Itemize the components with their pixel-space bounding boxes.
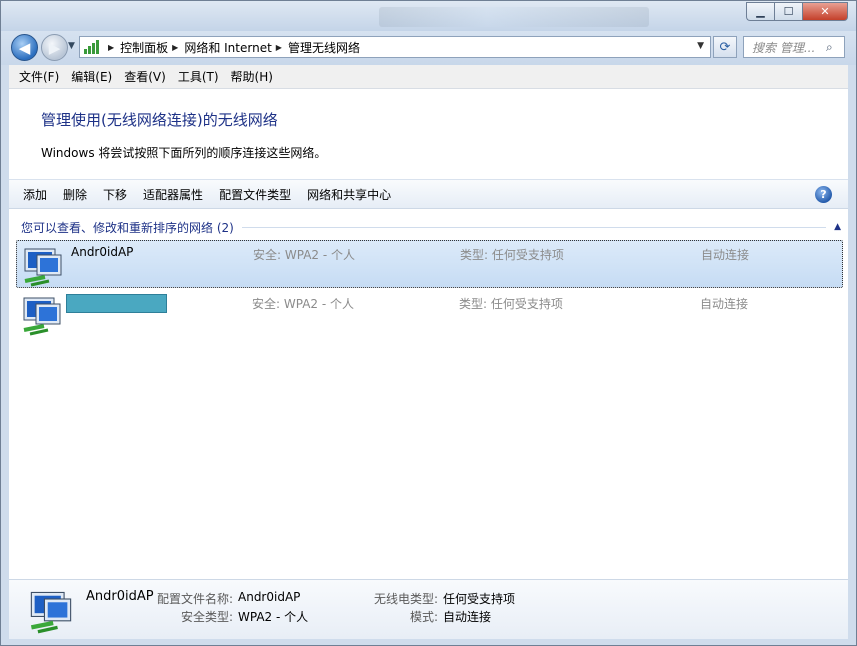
network-name: Andr0idAP [71,245,134,259]
wireless-network-icon [23,297,61,336]
network-connect-mode: 自动连接 [701,248,750,262]
minimize-button[interactable]: ▁ [746,2,774,21]
recent-pages-dropdown-icon[interactable]: ▼ [68,41,75,51]
command-toolbar: 添加 删除 下移 适配器属性 配置文件类型 网络和共享中心 ? [9,179,848,209]
wireless-network-icon [30,591,72,634]
profile-name-label: 配置文件名称: [157,592,234,606]
window-frame: ▁ ☐ ✕ ◀ ▶ ▼ ▶ 控制面板 ▶ 网络和 Internet ▶ 管理无线… [0,0,857,646]
forward-button[interactable]: ▶ [41,34,68,61]
breadcrumb-arrow-icon[interactable]: ▶ [172,43,178,52]
refresh-button[interactable]: ⟳ [713,36,737,58]
collapse-icon[interactable]: ▲ [834,222,841,232]
menu-help[interactable]: 帮助(H) [225,68,279,85]
add-button[interactable]: 添加 [15,186,55,203]
help-icon[interactable]: ? [815,186,832,203]
address-bar[interactable]: ▶ 控制面板 ▶ 网络和 Internet ▶ 管理无线网络 ▼ [79,36,711,58]
move-down-button[interactable]: 下移 [95,186,135,203]
breadcrumb-network-internet[interactable]: 网络和 Internet [184,39,271,56]
remove-button[interactable]: 删除 [55,186,95,203]
network-type: 类型: 任何受支持项 [459,297,563,311]
redacted-network-name [66,294,167,313]
address-row: ◀ ▶ ▼ ▶ 控制面板 ▶ 网络和 Internet ▶ 管理无线网络 ▼ ⟳… [1,31,856,65]
mode-value: 自动连接 [443,610,492,624]
menu-edit[interactable]: 编辑(E) [65,68,118,85]
back-button[interactable]: ◀ [11,34,38,61]
network-bars-icon [84,40,100,54]
group-divider [241,226,827,228]
window-controls: ▁ ☐ ✕ [746,2,848,21]
details-pane: Andr0idAP 配置文件名称: Andr0idAP 安全类型: WPA2 -… [9,579,848,639]
close-button[interactable]: ✕ [802,2,848,21]
search-input[interactable]: 搜索 管理... ⌕ [743,36,845,58]
security-type-label: 安全类型: [181,610,234,624]
page-description: Windows 将尝试按照下面所列的顺序连接这些网络。 [41,146,327,160]
network-list-item[interactable]: 安全: WPA2 - 个人 类型: 任何受支持项 自动连接 [16,290,843,338]
wireless-network-icon [24,248,62,287]
network-sharing-center-button[interactable]: 网络和共享中心 [299,186,399,203]
network-list-item[interactable]: Andr0idAP 安全: WPA2 - 个人 类型: 任何受支持项 自动连接 [16,240,843,288]
maximize-button[interactable]: ☐ [774,2,802,21]
search-icon[interactable]: ⌕ [826,40,844,55]
adapter-properties-button[interactable]: 适配器属性 [135,186,211,203]
network-connect-mode: 自动连接 [700,297,749,311]
security-type-value: WPA2 - 个人 [238,610,309,624]
menu-view[interactable]: 查看(V) [118,68,172,85]
breadcrumb-arrow-icon[interactable]: ▶ [276,43,282,52]
menu-tools[interactable]: 工具(T) [172,68,225,85]
network-type: 类型: 任何受支持项 [460,248,564,262]
network-security: 安全: WPA2 - 个人 [253,248,355,262]
network-security: 安全: WPA2 - 个人 [252,297,354,311]
profile-types-button[interactable]: 配置文件类型 [211,186,299,203]
page-title: 管理使用(无线网络连接)的无线网络 [41,111,278,129]
network-group-header[interactable]: 您可以查看、修改和重新排序的网络 (2) ▲ [21,219,841,235]
group-title: 您可以查看、修改和重新排序的网络 (2) [21,220,234,235]
menu-file[interactable]: 文件(F) [13,68,65,85]
title-bar[interactable]: ▁ ☐ ✕ [1,1,856,31]
profile-name-value: Andr0idAP [238,590,301,604]
breadcrumb-control-panel[interactable]: 控制面板 [120,39,168,56]
breadcrumb-manage-wireless[interactable]: 管理无线网络 [288,39,360,56]
address-dropdown-icon[interactable]: ▼ [697,41,704,51]
main-content: 管理使用(无线网络连接)的无线网络 Windows 将尝试按照下面所列的顺序连接… [9,89,848,579]
menu-bar: 文件(F) 编辑(E) 查看(V) 工具(T) 帮助(H) [9,65,848,89]
background-window-ghost [379,7,649,27]
radio-type-label: 无线电类型: [374,592,439,606]
mode-label: 模式: [410,610,439,624]
radio-type-value: 任何受支持项 [443,592,516,606]
search-placeholder: 搜索 管理... [752,40,816,55]
breadcrumb-arrow-icon[interactable]: ▶ [108,43,114,52]
details-network-name: Andr0idAP [86,589,154,604]
